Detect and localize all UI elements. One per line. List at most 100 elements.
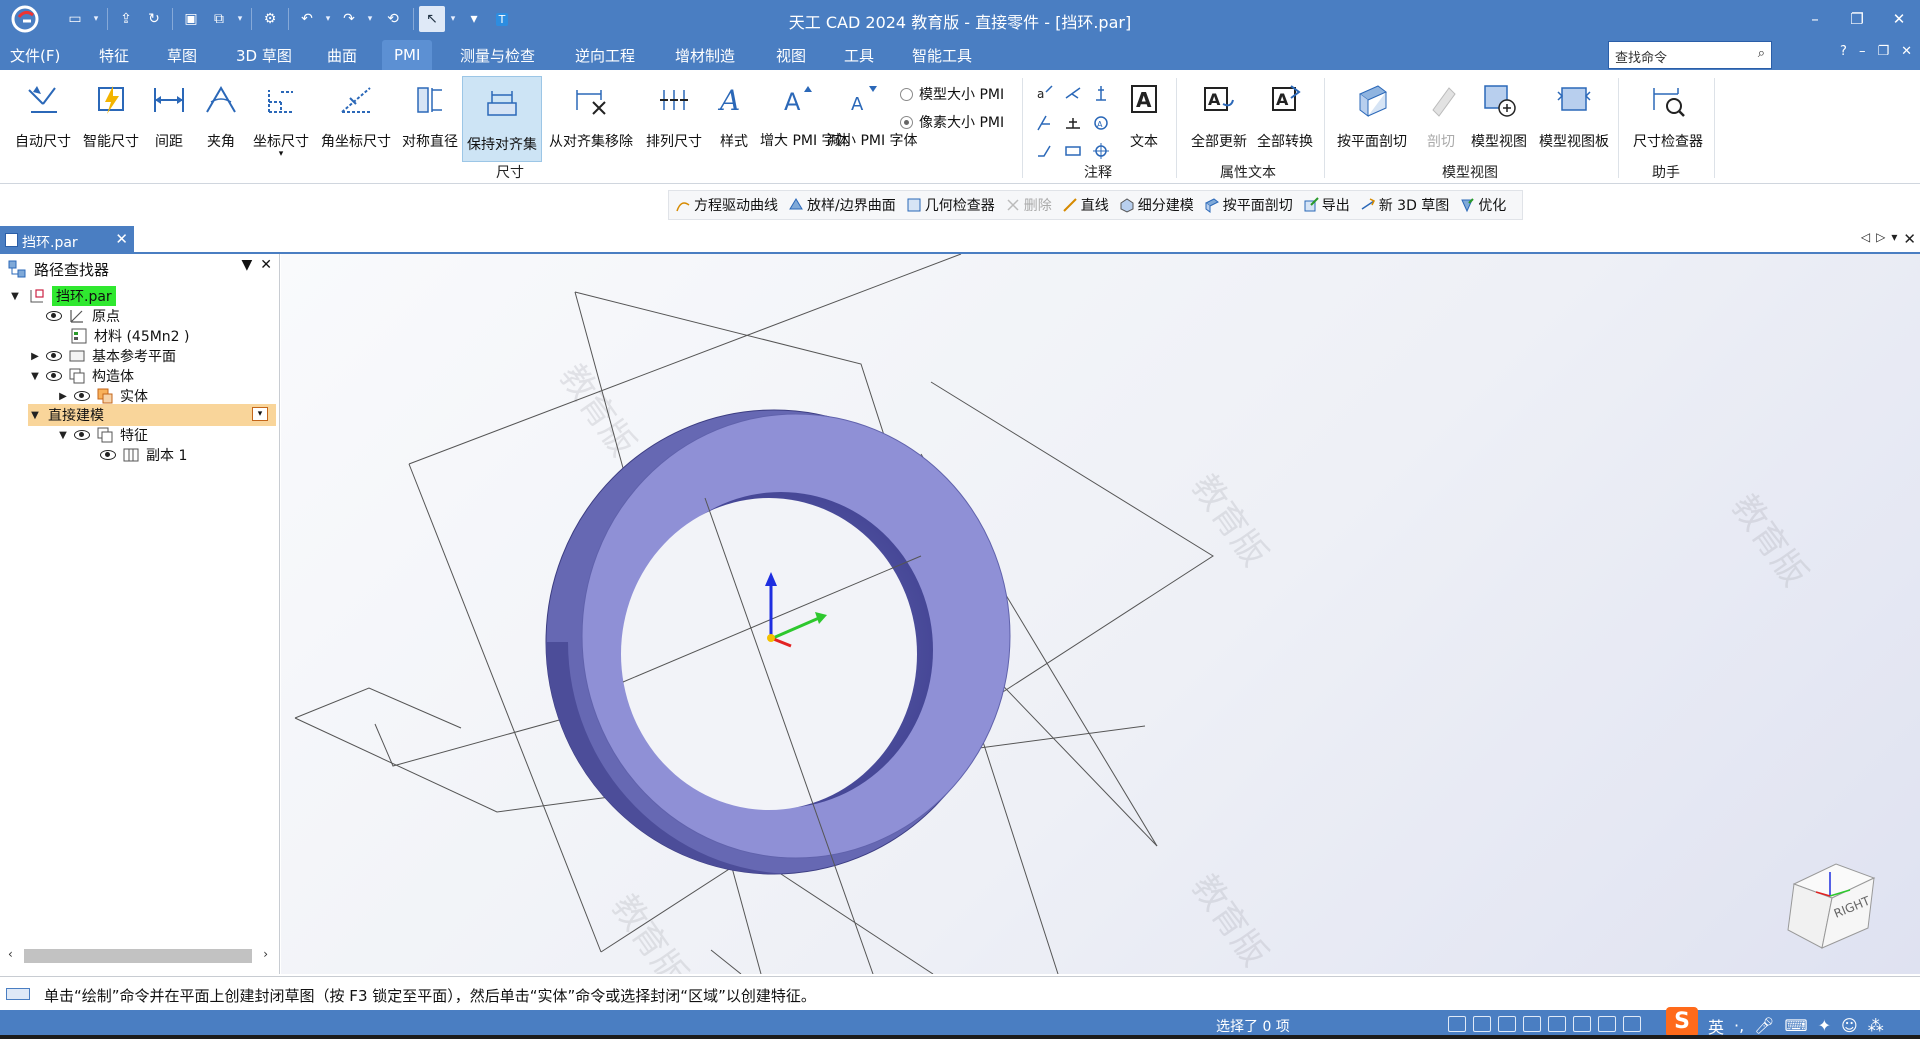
doc-tab-retaining-ring[interactable]: 挡环.par ✕: [0, 226, 134, 254]
tab-list-icon[interactable]: ▾: [1891, 230, 1897, 248]
smart-dimension-button[interactable]: 智能尺寸: [78, 74, 144, 150]
command-search-input[interactable]: 查找命令 ⌕: [1608, 41, 1772, 69]
tab-prev-icon[interactable]: ◁: [1861, 230, 1870, 248]
menu-reverse[interactable]: 逆向工程: [575, 45, 635, 66]
decrease-pmi-font-button[interactable]: A 减小 PMI 字体: [828, 74, 918, 148]
new-3d-sketch-button[interactable]: 新 3D 草图: [1360, 195, 1449, 215]
restore-button[interactable]: ❐: [1836, 0, 1878, 38]
text-button[interactable]: A 文本: [1118, 74, 1170, 150]
skin-icon[interactable]: ✦: [1818, 1016, 1831, 1035]
visibility-eye-icon[interactable]: [74, 430, 90, 440]
spacing-button[interactable]: 间距: [146, 74, 192, 150]
search-icon[interactable]: ⌕: [1758, 46, 1765, 61]
feature-control-frame-icon[interactable]: A: [1092, 114, 1110, 132]
tree-item-features[interactable]: ▼ 特征: [56, 424, 148, 446]
convert-all-button[interactable]: A 全部转换: [1252, 74, 1318, 150]
3d-viewport[interactable]: 教育版 教育版 教育版 教育版 教育版 RIGHT: [281, 254, 1920, 974]
menu-additive[interactable]: 增材制造: [675, 45, 735, 66]
collapse-icon[interactable]: ▼: [28, 410, 42, 421]
increase-pmi-font-button[interactable]: A 增大 PMI 字体: [760, 74, 850, 148]
panel-options-icon[interactable]: ▼: [241, 257, 252, 273]
tab-next-icon[interactable]: ▷: [1876, 230, 1885, 248]
optimize-button[interactable]: 优化: [1459, 195, 1506, 215]
center-mark-icon[interactable]: [1092, 142, 1110, 160]
punctuation-icon[interactable]: ·,: [1734, 1016, 1744, 1035]
coordinate-dimension-button[interactable]: 坐标尺寸 ▾: [250, 74, 312, 159]
callout-icon[interactable]: [1064, 84, 1082, 102]
tree-item-base-planes[interactable]: ▶ 基本参考平面: [28, 345, 176, 367]
model-view-panel-button[interactable]: 模型视图板: [1534, 74, 1614, 150]
collapse-icon[interactable]: ▼: [8, 291, 22, 302]
zoom-area-icon[interactable]: [1473, 1016, 1491, 1032]
delete-button[interactable]: 删除: [1005, 195, 1052, 215]
menu-pmi[interactable]: PMI: [382, 40, 433, 70]
menu-measure[interactable]: 测量与检查: [460, 45, 535, 66]
visibility-eye-icon[interactable]: [46, 351, 62, 361]
expand-icon[interactable]: ▶: [28, 351, 42, 362]
tree-item-copy-1[interactable]: 副本 1: [100, 444, 187, 466]
weld-icon[interactable]: [1064, 114, 1082, 132]
rotate-icon[interactable]: [1548, 1016, 1566, 1032]
doc-close-button[interactable]: ✕: [1901, 44, 1912, 59]
sogou-logo-icon[interactable]: S: [1666, 1006, 1698, 1037]
coordinate-dropdown-icon[interactable]: ▾: [250, 150, 312, 159]
menu-surface[interactable]: 曲面: [327, 45, 357, 66]
export-button[interactable]: 导出: [1303, 195, 1350, 215]
close-all-icon[interactable]: ✕: [1903, 230, 1916, 248]
section-by-plane-button[interactable]: 按平面剖切: [1330, 74, 1414, 150]
cmd-section-by-plane-button[interactable]: 按平面剖切: [1204, 195, 1293, 215]
zoom-icon[interactable]: [1498, 1016, 1516, 1032]
view-orientation-icon[interactable]: [1573, 1016, 1591, 1032]
collapse-panel-icon[interactable]: ▾: [252, 407, 268, 421]
geometry-inspector-button[interactable]: 几何检查器: [906, 195, 995, 215]
fit-view-icon[interactable]: [1448, 1016, 1466, 1032]
visibility-eye-icon[interactable]: [74, 391, 90, 401]
scroll-left-icon[interactable]: ‹: [8, 947, 13, 961]
help-icon[interactable]: ?: [1840, 44, 1847, 59]
render-mode-icon[interactable]: [1598, 1016, 1616, 1032]
equation-curve-button[interactable]: 方程驱动曲线: [675, 195, 778, 215]
menu-file[interactable]: 文件(F): [10, 45, 60, 66]
ime-language[interactable]: 英: [1708, 1014, 1724, 1038]
section-button[interactable]: 剖切: [1418, 74, 1464, 150]
close-button[interactable]: ✕: [1878, 0, 1920, 38]
toolbox-icon[interactable]: ⁂: [1868, 1016, 1884, 1035]
microphone-icon[interactable]: 🎤︎: [1754, 1016, 1774, 1035]
retaining-ring-model[interactable]: [545, 409, 1011, 974]
angle-button[interactable]: 夹角: [198, 74, 244, 150]
menu-smart-tools[interactable]: 智能工具: [912, 45, 972, 66]
scrollbar-thumb[interactable]: [24, 949, 252, 963]
edge-condition-icon[interactable]: [1036, 142, 1054, 160]
panel-close-icon[interactable]: ✕: [260, 257, 272, 273]
tree-item-construction[interactable]: ▼ 构造体: [28, 365, 134, 387]
model-size-radio[interactable]: [900, 87, 913, 101]
doc-restore-button[interactable]: ❐: [1877, 44, 1889, 59]
arrange-dimensions-button[interactable]: 排列尺寸: [640, 74, 708, 150]
tree-item-material[interactable]: 材料 (45Mn2 ): [70, 325, 190, 347]
close-tab-icon[interactable]: ✕: [115, 230, 128, 248]
angular-coordinate-button[interactable]: 角坐标尺寸: [316, 74, 396, 150]
symmetric-diameter-button[interactable]: 对称直径: [398, 74, 462, 150]
line-button[interactable]: 直线: [1062, 195, 1109, 215]
minimize-button[interactable]: –: [1794, 0, 1836, 38]
datum-target-icon[interactable]: [1064, 142, 1082, 160]
model-view-button[interactable]: 模型视图: [1466, 74, 1532, 150]
dimension-inspector-button[interactable]: 尺寸检查器: [1626, 74, 1710, 150]
keep-alignment-set-button[interactable]: 保持对齐集: [462, 76, 542, 162]
pixel-size-radio[interactable]: [900, 115, 913, 129]
display-style-icon[interactable]: [1623, 1016, 1641, 1032]
prompt-keyboard-icon[interactable]: [6, 988, 30, 1000]
horizontal-scrollbar[interactable]: ‹ ›: [2, 946, 274, 966]
remove-from-alignment-button[interactable]: 从对齐集移除: [546, 74, 636, 150]
tree-item-part[interactable]: ▼ 挡环.par: [8, 285, 116, 307]
expand-icon[interactable]: ▶: [56, 391, 70, 402]
menu-tools[interactable]: 工具: [844, 45, 874, 66]
pixel-size-pmi-option[interactable]: 像素大小 PMI: [900, 112, 1004, 132]
menu-sketch[interactable]: 草图: [167, 45, 197, 66]
menu-view[interactable]: 视图: [776, 45, 806, 66]
subdivision-modeling-button[interactable]: 细分建模: [1119, 195, 1194, 215]
tree-item-origin[interactable]: 原点: [46, 305, 120, 327]
keyboard-icon[interactable]: ⌨: [1785, 1016, 1808, 1035]
surface-texture-icon[interactable]: [1036, 114, 1054, 132]
balloon-icon[interactable]: a: [1036, 84, 1054, 102]
